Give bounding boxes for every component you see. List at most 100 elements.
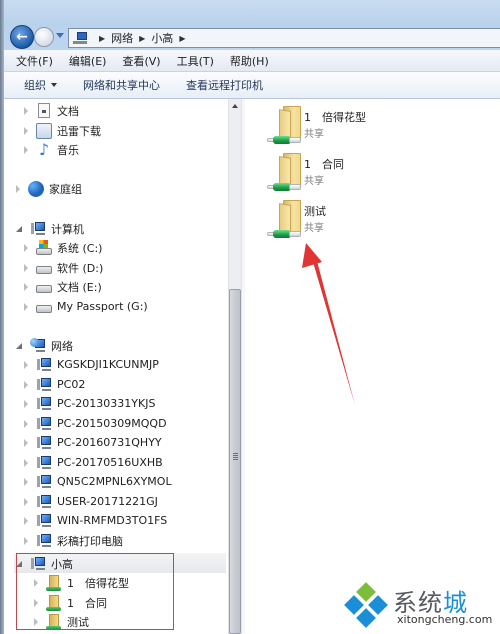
- watermark-logo-icon: [344, 582, 388, 628]
- breadcrumb-host[interactable]: 小高: [151, 30, 173, 46]
- organize-button[interactable]: 组织: [24, 77, 57, 93]
- grip-icon: [233, 453, 238, 454]
- computer-icon: [36, 455, 52, 471]
- share-type: 共享: [304, 176, 324, 187]
- address-bar[interactable]: ▶ 网络 ▶ 小高 ▶: [68, 28, 500, 48]
- system-drive-icon: [36, 239, 52, 256]
- annotation-highlight-box: [16, 553, 174, 630]
- tree-item-drive-c[interactable]: 系统 (C:): [24, 238, 102, 257]
- breadcrumb-chevron-icon[interactable]: ▶: [179, 34, 185, 43]
- nav-pane-scrollbar[interactable]: [228, 99, 241, 634]
- explorer-window: ← ▶ 网络 ▶ 小高 ▶ 文件(F) 编辑(E) 查看(V) 工具(T) 帮助…: [0, 0, 500, 634]
- forward-button[interactable]: [34, 27, 54, 47]
- breadcrumb-network[interactable]: 网络: [111, 30, 133, 46]
- tree-item-network-host[interactable]: QN5C2MPNL6XYMOL: [24, 472, 172, 491]
- collapse-arrow-icon[interactable]: [16, 225, 22, 232]
- music-icon: ♪: [38, 139, 50, 159]
- download-folder-icon: [36, 122, 52, 139]
- computer-icon: [36, 494, 52, 510]
- expand-arrow-icon[interactable]: [24, 458, 28, 467]
- expand-arrow-icon[interactable]: [24, 516, 28, 525]
- tree-item-network-host[interactable]: PC-20130331YKJS: [24, 394, 155, 413]
- tree-item-network-host[interactable]: PC-20170516UXHB: [24, 453, 163, 472]
- computer-icon: [30, 221, 46, 237]
- breadcrumb-chevron-icon[interactable]: ▶: [99, 34, 105, 43]
- drive-icon: [36, 284, 52, 293]
- expand-arrow-icon[interactable]: [24, 438, 28, 447]
- share-item[interactable]: 测试 共享: [267, 200, 467, 252]
- menu-bar: 文件(F) 编辑(E) 查看(V) 工具(T) 帮助(H): [4, 50, 500, 72]
- tree-item-network-host[interactable]: 彩稿打印电脑: [24, 531, 123, 550]
- tree-item-computer[interactable]: 计算机: [16, 219, 84, 238]
- expand-arrow-icon[interactable]: [24, 399, 28, 408]
- tree-item-drive-d[interactable]: 软件 (D:): [24, 258, 103, 277]
- share-type: 共享: [304, 129, 324, 140]
- computer-icon: [36, 357, 52, 373]
- expand-arrow-icon[interactable]: [24, 263, 28, 272]
- expand-arrow-icon[interactable]: [24, 282, 28, 291]
- computer-icon: [36, 396, 52, 412]
- share-name: 1 倍得花型: [304, 111, 366, 124]
- back-button[interactable]: ←: [10, 25, 34, 49]
- computer-icon: [36, 474, 52, 490]
- tree-item-network-host[interactable]: USER-20171221GJ: [24, 492, 158, 511]
- drive-icon: [36, 265, 52, 274]
- collapse-arrow-icon[interactable]: [16, 342, 22, 349]
- tree-item-documents[interactable]: 文档: [24, 101, 79, 120]
- expand-arrow-icon[interactable]: [24, 380, 28, 389]
- tree-item-homegroup[interactable]: 家庭组: [16, 179, 82, 198]
- expand-arrow-icon[interactable]: [16, 184, 20, 193]
- menu-view[interactable]: 查看(V): [122, 53, 160, 69]
- tree-item-drive-e[interactable]: 文档 (E:): [24, 277, 102, 296]
- network-icon: [30, 337, 46, 354]
- arrow-left-icon: ←: [16, 29, 28, 45]
- drive-icon: [36, 304, 52, 313]
- homegroup-icon: [28, 180, 44, 197]
- share-name: 1 合同: [304, 158, 344, 171]
- document-icon: [38, 103, 50, 118]
- caret-down-icon: [51, 83, 57, 87]
- expand-arrow-icon[interactable]: [24, 106, 28, 115]
- share-pipe-icon: [267, 183, 301, 191]
- expand-arrow-icon[interactable]: [24, 243, 28, 252]
- expand-arrow-icon[interactable]: [24, 302, 28, 311]
- command-bar: 组织 网络和共享中心 查看远程打印机: [4, 72, 500, 99]
- computer-icon: [36, 435, 52, 451]
- menu-file[interactable]: 文件(F): [16, 53, 53, 69]
- tree-item-network-host[interactable]: PC-20160731QHYY: [24, 433, 162, 452]
- computer-icon: [36, 416, 52, 432]
- share-pipe-icon: [267, 136, 301, 144]
- tree-item-network-host[interactable]: PC-20150309MQQD: [24, 414, 167, 433]
- computer-icon: [36, 513, 52, 529]
- watermark-url: xitongcheng.com: [397, 613, 493, 626]
- recent-pages-dropdown[interactable]: [56, 33, 64, 38]
- breadcrumb-chevron-icon[interactable]: ▶: [139, 34, 145, 43]
- share-item[interactable]: 1 合同 共享: [267, 153, 467, 205]
- computer-icon: [36, 533, 52, 549]
- tree-item-drive-g[interactable]: My Passport (G:): [24, 297, 148, 316]
- expand-arrow-icon[interactable]: [24, 145, 28, 154]
- tree-item-network-host[interactable]: PC02: [24, 375, 85, 394]
- expand-arrow-icon[interactable]: [24, 126, 28, 135]
- menu-edit[interactable]: 编辑(E): [69, 53, 107, 69]
- scroll-up-arrow-icon[interactable]: [232, 104, 238, 108]
- tree-item-network-host[interactable]: KGSKDJI1KCUNMJP: [24, 355, 159, 374]
- share-name: 测试: [304, 205, 326, 218]
- expand-arrow-icon[interactable]: [24, 536, 28, 545]
- scrollbar-thumb[interactable]: [229, 289, 241, 634]
- menu-tools[interactable]: 工具(T): [177, 53, 214, 69]
- tree-item-music[interactable]: ♪ 音乐: [24, 140, 79, 159]
- share-type: 共享: [304, 223, 324, 234]
- view-remote-printers-button[interactable]: 查看远程打印机: [186, 77, 263, 93]
- network-sharing-center-button[interactable]: 网络和共享中心: [83, 77, 160, 93]
- expand-arrow-icon[interactable]: [24, 497, 28, 506]
- computer-icon: [36, 377, 52, 393]
- menu-help[interactable]: 帮助(H): [230, 53, 269, 69]
- tree-item-network-host[interactable]: WIN-RMFMD3TO1FS: [24, 511, 167, 530]
- expand-arrow-icon[interactable]: [24, 360, 28, 369]
- tree-item-xunlei-downloads[interactable]: 迅雷下载: [24, 121, 101, 140]
- tree-item-network[interactable]: 网络: [16, 336, 73, 355]
- share-item[interactable]: 1 倍得花型 共享: [267, 106, 467, 158]
- expand-arrow-icon[interactable]: [24, 477, 28, 486]
- expand-arrow-icon[interactable]: [24, 419, 28, 428]
